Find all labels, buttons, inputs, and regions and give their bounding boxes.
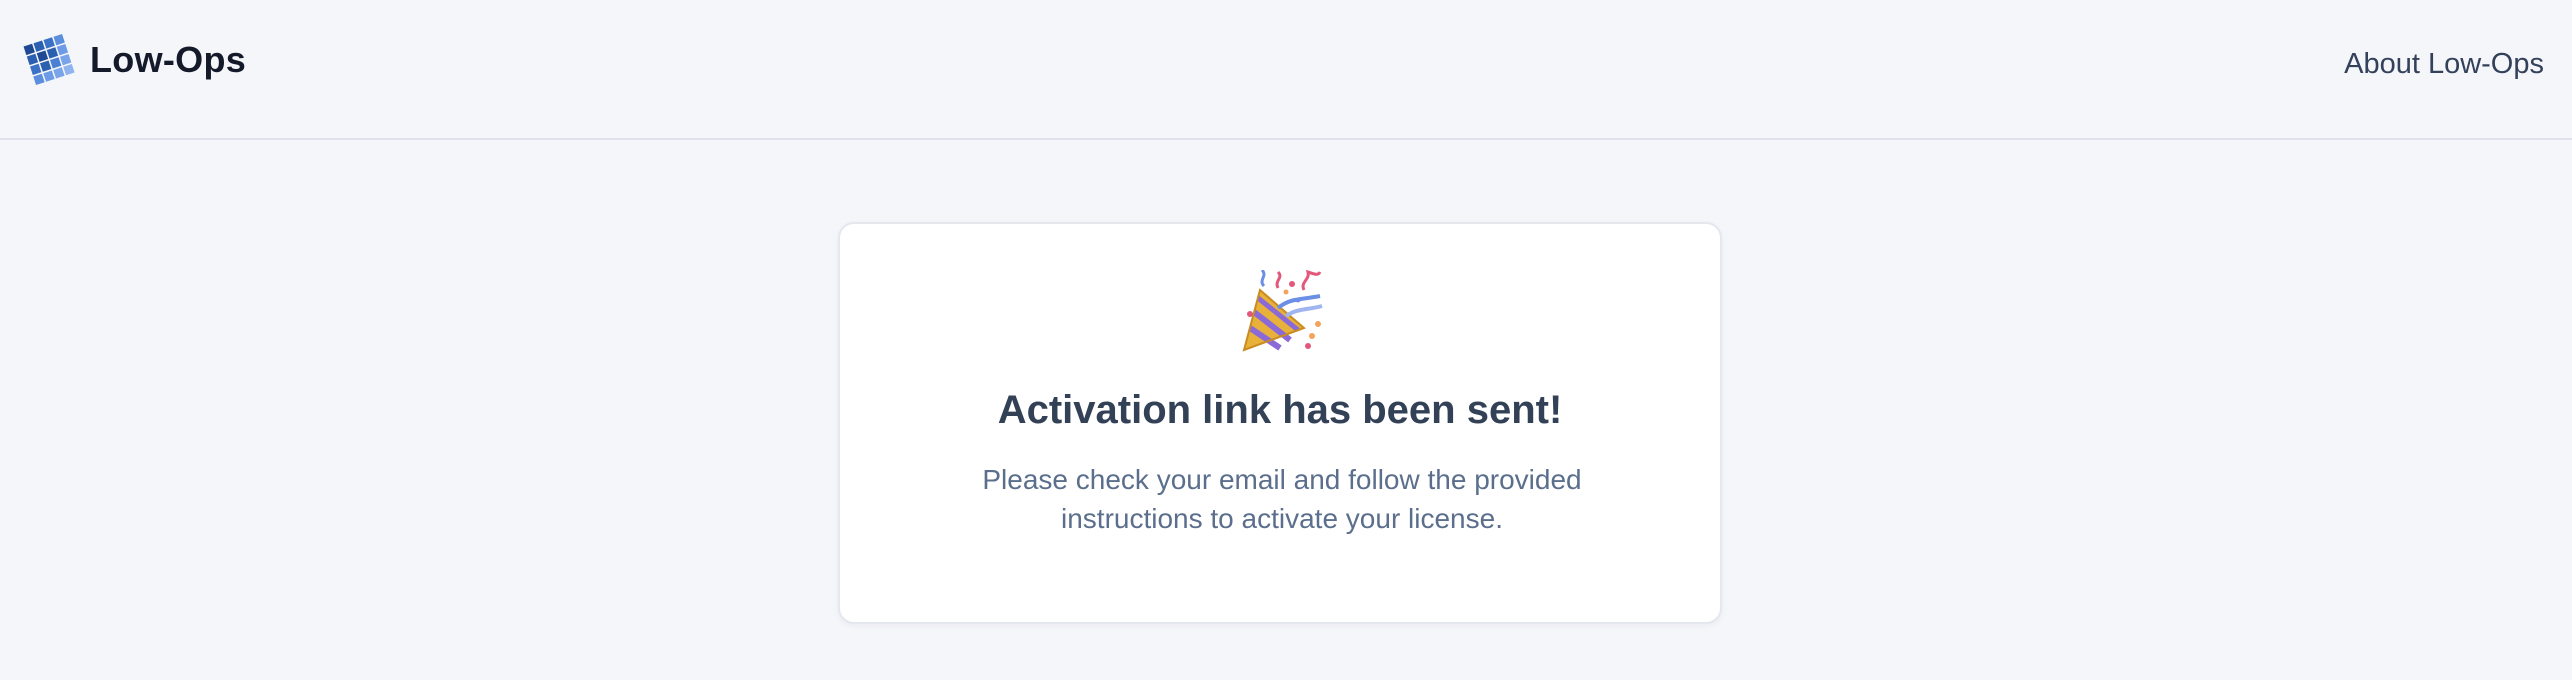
activation-card: Activation link has been sent! Please ch… — [838, 222, 1722, 624]
party-popper-icon — [1242, 270, 1323, 352]
activation-title: Activation link has been sent! — [997, 388, 1563, 432]
activation-message: Please check your email and follow the p… — [982, 464, 1582, 534]
top-header: Low-Ops About Low-Ops — [0, 0, 2572, 140]
about-link[interactable]: About Low-Ops — [2344, 48, 2544, 81]
grid-logo-icon — [23, 34, 75, 86]
brand-link[interactable]: Low-Ops — [22, 32, 246, 88]
brand-name: Low-Ops — [90, 39, 247, 80]
